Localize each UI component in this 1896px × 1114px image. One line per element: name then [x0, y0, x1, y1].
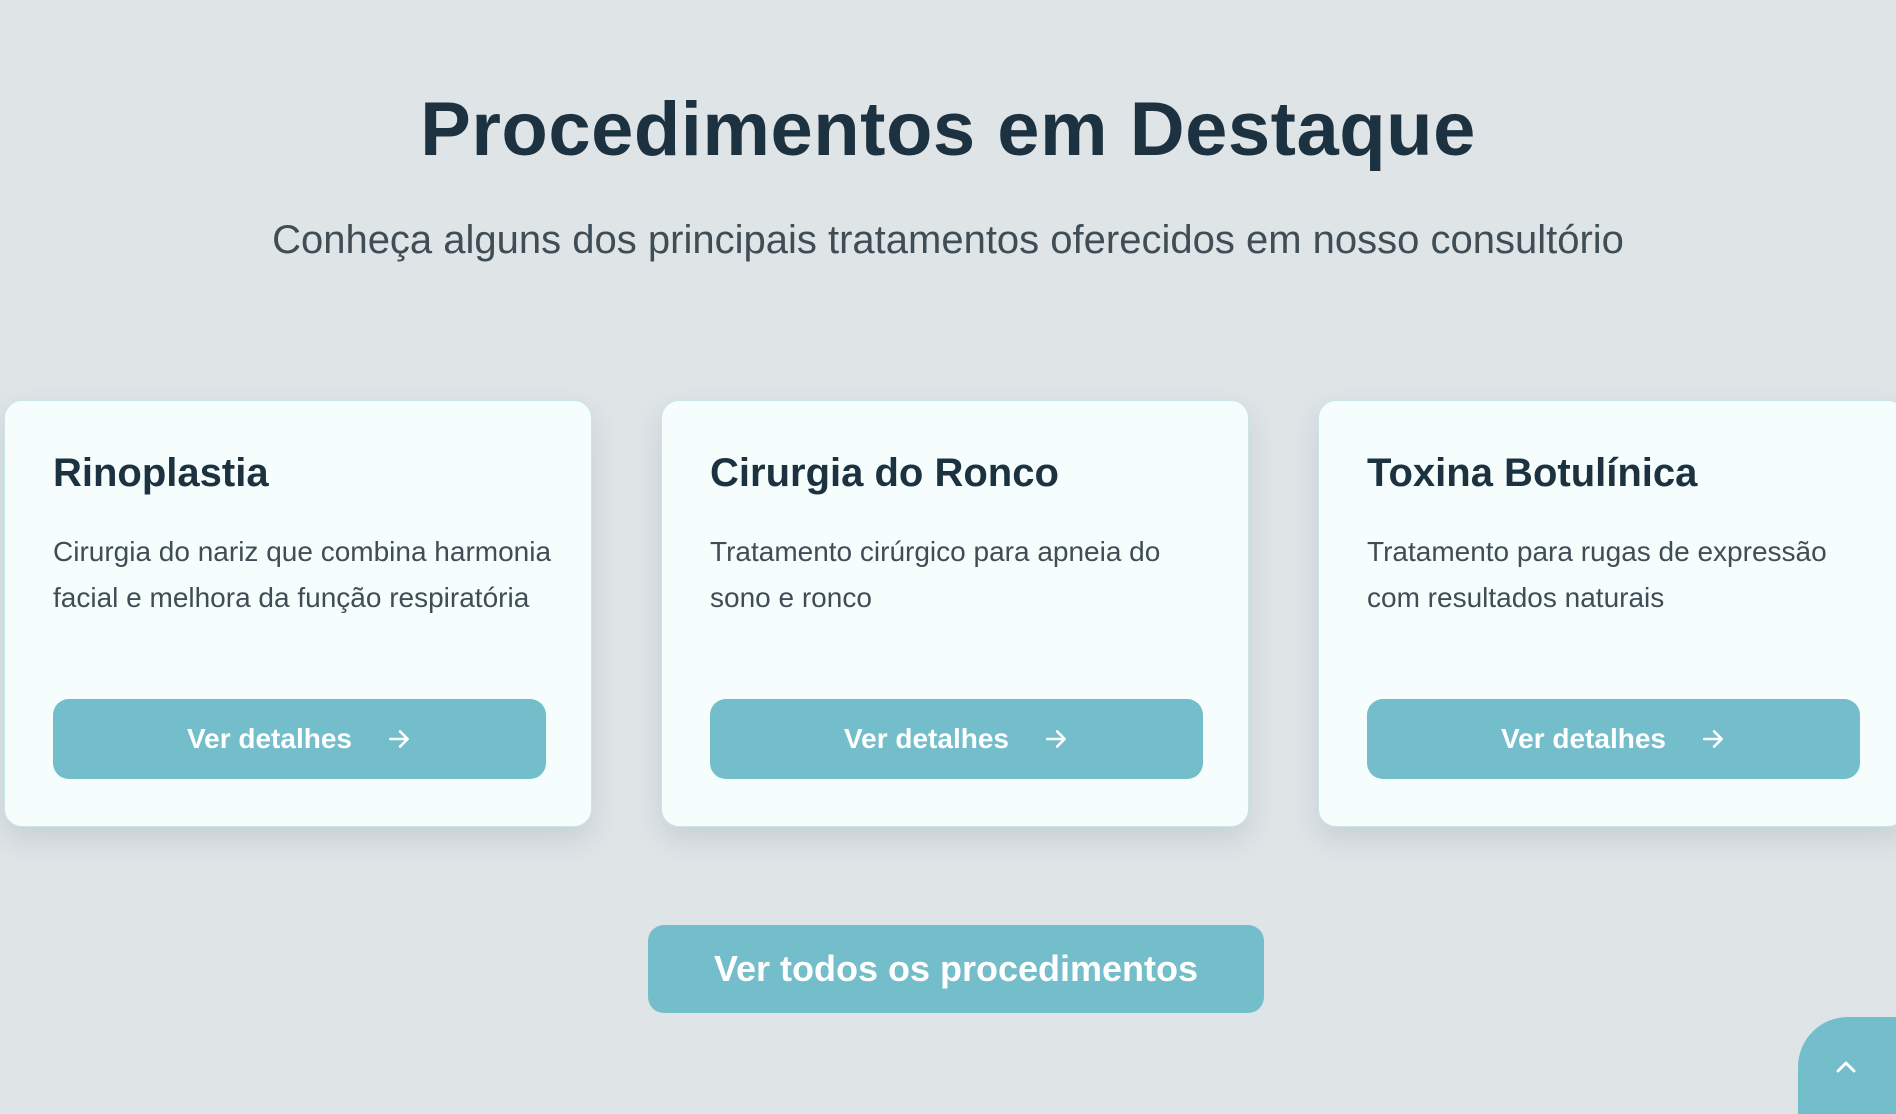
- section-title: Procedimentos em Destaque: [420, 87, 1476, 172]
- section-subtitle: Conheça alguns dos principais tratamento…: [272, 218, 1624, 262]
- card-title: Cirurgia do Ronco: [710, 451, 1059, 495]
- button-label: Ver detalhes: [187, 723, 352, 754]
- button-label: Ver detalhes: [844, 723, 1009, 754]
- procedure-card-rinoplastia: Rinoplastia Cirurgia do nariz que combin…: [4, 400, 592, 827]
- chevron-up-icon: [1836, 1061, 1856, 1073]
- procedure-card-toxina-botulinica: Toxina Botulínica Tratamento para rugas …: [1318, 400, 1896, 827]
- scroll-to-top-button[interactable]: [1798, 1017, 1896, 1114]
- procedure-card-cirurgia-do-ronco: Cirurgia do Ronco Tratamento cirúrgico p…: [661, 400, 1249, 827]
- arrow-right-icon: [1703, 730, 1723, 748]
- card-description: Tratamento cirúrgico para apneia do sono…: [710, 536, 1161, 613]
- card-title: Toxina Botulínica: [1367, 451, 1698, 495]
- arrow-right-icon: [389, 730, 409, 748]
- arrow-right-icon: [1046, 730, 1066, 748]
- view-all-procedures-button[interactable]: Ver todos os procedimentos: [648, 925, 1264, 1013]
- view-details-button[interactable]: Ver detalhes: [710, 699, 1203, 779]
- card-description: Tratamento para rugas de expressão com r…: [1367, 536, 1827, 613]
- button-label: Ver detalhes: [1501, 723, 1666, 754]
- card-title: Rinoplastia: [53, 451, 269, 495]
- featured-procedures-section: Procedimentos em Destaque Conheça alguns…: [0, 0, 1896, 1114]
- view-details-button[interactable]: Ver detalhes: [1367, 699, 1860, 779]
- view-details-button[interactable]: Ver detalhes: [53, 699, 546, 779]
- card-description: Cirurgia do nariz que combina harmonia f…: [53, 536, 552, 613]
